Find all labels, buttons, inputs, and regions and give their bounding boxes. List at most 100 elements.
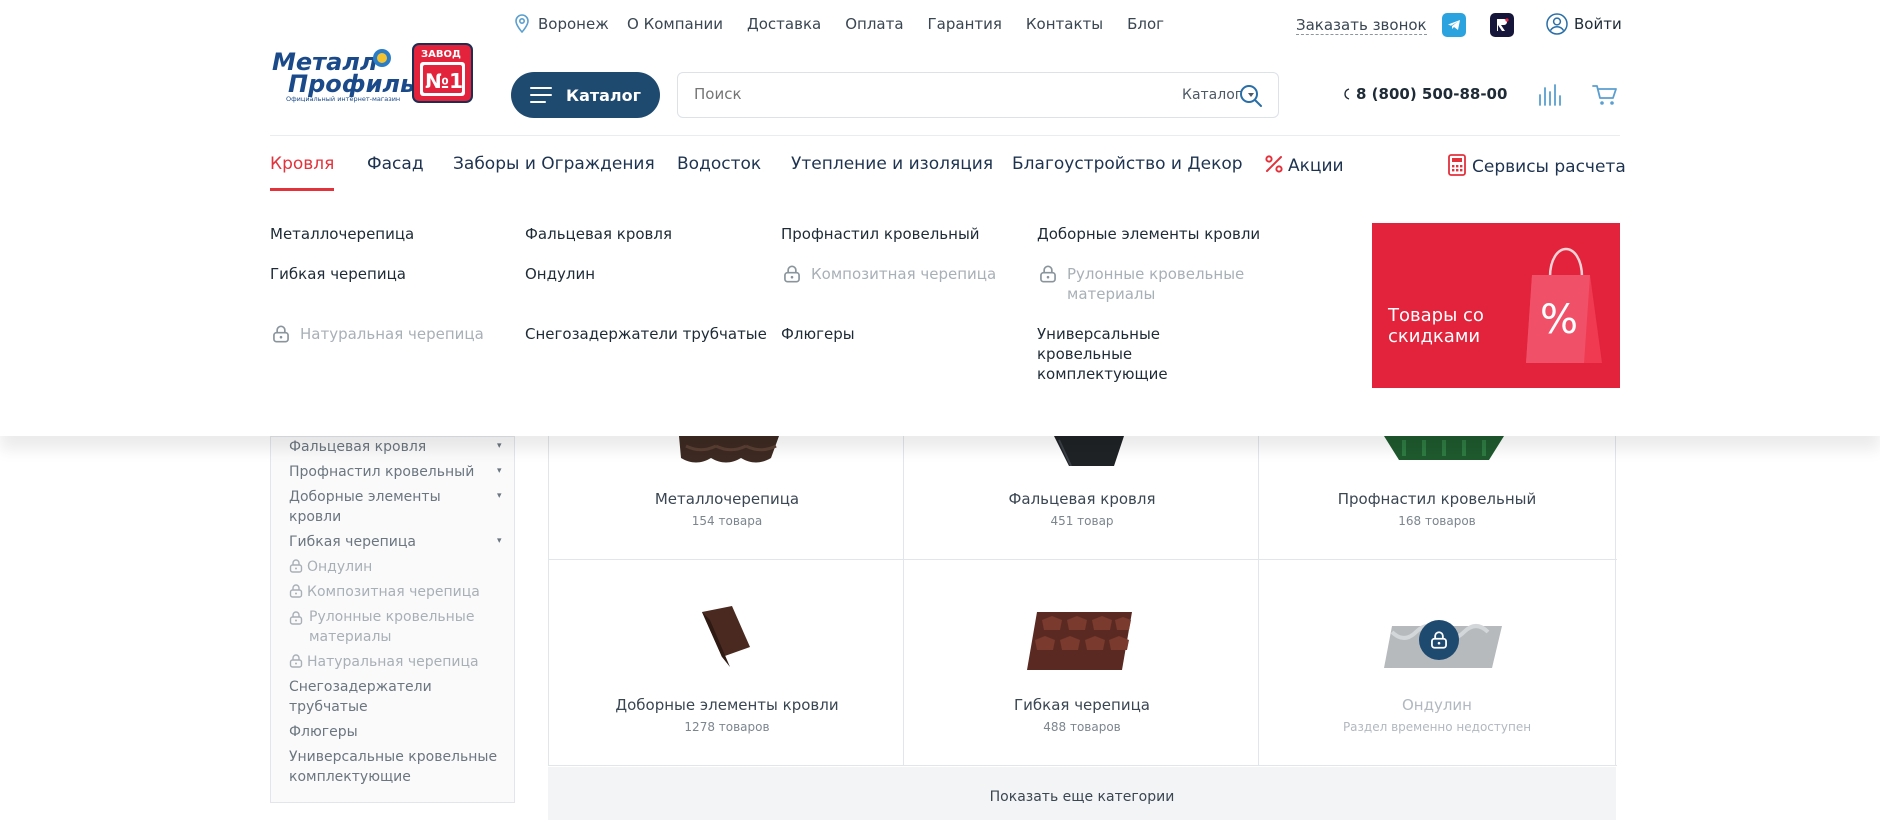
category-promo-label: Акции — [1288, 156, 1344, 176]
category-landscape[interactable]: Благоустройство и Декор — [1012, 154, 1243, 174]
category-card-name: Профнастил кровельный — [1337, 490, 1537, 508]
category-card-count: 1278 товаров — [684, 720, 770, 734]
sidebar-item[interactable]: Доборные элементы кровли — [289, 487, 479, 527]
phone-label: 8 (800) 500-88-00 — [1356, 85, 1508, 103]
sidebar-item[interactable]: Флюгеры — [289, 722, 358, 742]
mega-link[interactable]: Ондулин — [525, 264, 595, 284]
nav-contacts[interactable]: Контакты — [1026, 15, 1103, 33]
category-card[interactable]: Гибкая черепица 488 товаров — [904, 696, 1260, 734]
nav-delivery[interactable]: Доставка — [747, 15, 821, 33]
category-card-count: 451 товар — [1050, 514, 1114, 528]
logo-line2: Профиль — [288, 70, 415, 98]
discount-promo-banner[interactable]: Товары со скидками % — [1372, 223, 1620, 388]
lock-icon — [289, 654, 303, 668]
sidebar-item-label: Рулонные кровельные материалы — [309, 609, 475, 645]
menu-icon — [529, 87, 552, 103]
catalog-button-label: Каталог — [565, 85, 641, 105]
svg-text:%: % — [1540, 297, 1578, 343]
category-card-name: Фальцевая кровля — [1008, 490, 1156, 508]
category-card[interactable]: Профнастил кровельный 168 товаров — [1259, 490, 1615, 528]
search-input[interactable] — [694, 85, 1094, 103]
mega-link-label: Натуральная черепица — [300, 325, 484, 343]
grid-divider — [549, 765, 1617, 766]
category-card-locked: Ондулин Раздел временно недоступен — [1259, 696, 1615, 734]
category-facade[interactable]: Фасад — [367, 154, 424, 174]
profnastil-image — [1384, 436, 1504, 460]
seam-roof-image — [1054, 436, 1124, 466]
category-card[interactable]: Металлочерепица 154 товара — [549, 490, 905, 528]
sidebar-item-locked: Натуральная черепица — [289, 652, 479, 672]
telegram-icon — [1448, 20, 1460, 30]
phone-icon — [1344, 88, 1350, 100]
sidebar-item[interactable]: Снегозадержатели трубчатые — [289, 677, 459, 717]
show-more-button[interactable]: Показать еще категории — [548, 767, 1616, 820]
search-scope-label: Каталог — [1182, 87, 1243, 103]
sidebar-item[interactable]: Профнастил кровельный — [289, 462, 474, 482]
category-card-count: 488 товаров — [1043, 720, 1121, 734]
login-label: Войти — [1574, 15, 1622, 33]
mega-link[interactable]: Универсальные кровельные комплектующие — [1037, 324, 1257, 384]
telegram-button[interactable] — [1442, 13, 1466, 37]
category-fences[interactable]: Заборы и Ограждения — [453, 154, 655, 174]
sidebar-item-label: Натуральная черепица — [307, 654, 479, 670]
phone-number[interactable]: 8 (800) 500-88-00 — [1344, 85, 1507, 103]
lock-icon — [1431, 631, 1447, 649]
category-grid: Металлочерепица 154 товара Фальцевая кро… — [548, 436, 1617, 766]
mega-link[interactable]: Доборные элементы кровли — [1037, 224, 1260, 244]
category-roofing[interactable]: Кровля — [270, 154, 334, 174]
percent-icon — [1265, 155, 1283, 173]
metal-tile-image — [679, 436, 779, 463]
category-nav: Кровля Фасад Заборы и Ограждения Водосто… — [270, 135, 1626, 191]
trim-element-image — [702, 606, 750, 667]
calculator-icon — [1448, 154, 1466, 176]
nav-blog[interactable]: Блог — [1127, 15, 1164, 33]
sidebar-item-label: Композитная черепица — [307, 584, 480, 600]
callback-link[interactable]: Заказать звонок — [1296, 16, 1427, 35]
mega-link[interactable]: Профнастил кровельный — [781, 224, 980, 244]
mega-link[interactable]: Флюгеры — [781, 324, 855, 344]
category-insulation[interactable]: Утепление и изоляция — [791, 154, 993, 174]
sidebar-item[interactable]: Фальцевая кровля — [289, 437, 426, 457]
sidebar-item-locked: Ондулин — [289, 557, 372, 577]
location-pin-icon — [515, 14, 529, 34]
services-link[interactable]: Сервисы расчета — [1448, 154, 1626, 177]
chevron-down-icon[interactable]: ▾ — [497, 466, 502, 476]
mega-link[interactable]: Фальцевая кровля — [525, 224, 672, 244]
city-selector[interactable]: Воронеж — [514, 14, 609, 34]
sidebar-item-locked: Композитная черепица — [289, 582, 480, 602]
promo-text: Товары со скидками — [1388, 305, 1484, 347]
nav-payment[interactable]: Оплата — [845, 15, 903, 33]
rutube-button[interactable] — [1490, 13, 1514, 37]
category-promo[interactable]: Акции — [1264, 154, 1344, 176]
category-drainage[interactable]: Водосток — [677, 154, 761, 174]
category-card[interactable]: Доборные элементы кровли 1278 товаров — [549, 696, 905, 734]
catalog-button[interactable]: Каталог — [511, 72, 660, 118]
chevron-down-icon[interactable]: ▾ — [497, 441, 502, 451]
category-card-count: 154 товара — [691, 514, 763, 528]
sidebar-item-locked: Рулонные кровельные материалы — [289, 607, 489, 647]
mega-link[interactable]: Гибкая черепица — [270, 264, 406, 284]
mega-link[interactable]: Снегозадержатели трубчатые — [525, 324, 767, 344]
site-logo[interactable]: Металл Профиль Официальный интернет-мага… — [270, 42, 474, 104]
compare-icon[interactable] — [1537, 84, 1561, 106]
sidebar-item[interactable]: Гибкая черепица — [289, 532, 416, 552]
flexible-tile-image — [1027, 612, 1132, 670]
search-icon[interactable] — [1238, 83, 1264, 109]
sidebar-item[interactable]: Универсальные кровельные комплектующие — [289, 747, 499, 787]
lock-icon — [289, 611, 303, 625]
mega-link-locked: Композитная черепица — [781, 264, 996, 284]
cart-icon[interactable] — [1592, 84, 1618, 106]
nav-warranty[interactable]: Гарантия — [928, 15, 1002, 33]
nav-about[interactable]: О Компании — [627, 15, 723, 33]
chevron-down-icon[interactable]: ▾ — [497, 536, 502, 546]
category-card[interactable]: Фальцевая кровля 451 товар — [904, 490, 1260, 528]
category-card-name: Гибкая черепица — [1014, 696, 1150, 714]
chevron-down-icon[interactable]: ▾ — [497, 491, 502, 501]
lock-icon — [1040, 265, 1056, 283]
login-link[interactable]: Войти — [1546, 13, 1622, 35]
mega-link-label: Композитная черепица — [811, 265, 997, 283]
lock-icon — [289, 584, 303, 598]
mega-link[interactable]: Металлочерепица — [270, 224, 414, 244]
logo-badge-top: ЗАВОД — [421, 49, 461, 60]
sidebar-item-label: Ондулин — [307, 559, 373, 575]
